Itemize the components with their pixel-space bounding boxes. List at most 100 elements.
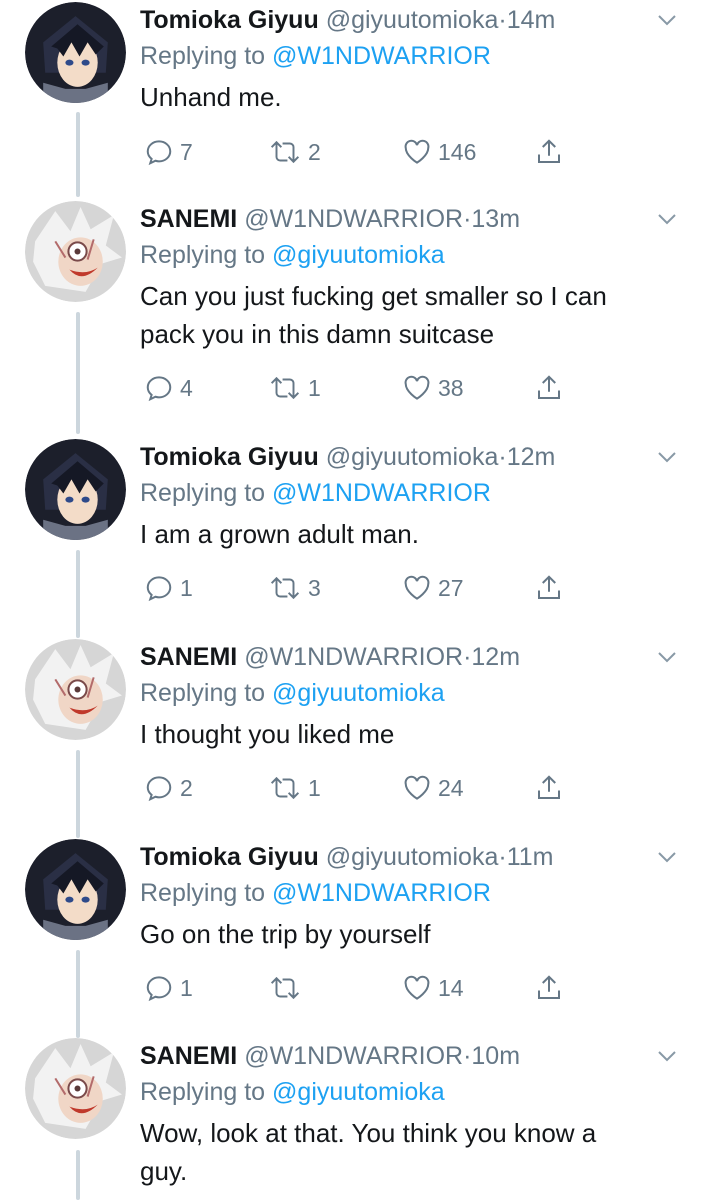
reply-count: 2 <box>180 774 193 801</box>
share-button[interactable] <box>534 134 564 170</box>
share-icon <box>538 775 560 799</box>
reply-count: 1 <box>180 574 193 601</box>
retweet-count: 1 <box>308 374 321 401</box>
share-button[interactable] <box>534 770 564 806</box>
reply-button[interactable]: 1 <box>144 570 193 606</box>
avatar-image <box>25 639 126 740</box>
replying-label: Replying to <box>140 479 266 507</box>
like-button[interactable]: 24 <box>402 770 464 806</box>
separator-dot: · <box>498 443 507 471</box>
thread-line <box>76 1150 80 1200</box>
like-count: 146 <box>438 138 477 165</box>
avatar[interactable] <box>25 839 126 940</box>
retweet-button[interactable]: 2 <box>268 134 321 170</box>
replying-label: Replying to <box>140 241 266 269</box>
author-handle[interactable]: @giyuutomioka <box>326 6 499 34</box>
reply-button[interactable]: 7 <box>144 134 193 170</box>
share-icon <box>538 139 560 163</box>
replying-to-handle[interactable]: @W1NDWARRIOR <box>272 879 491 907</box>
author-handle[interactable]: @giyuutomioka <box>326 443 499 471</box>
reply-count: 7 <box>180 138 193 165</box>
heart-icon <box>404 975 430 1000</box>
retweet-count: 1 <box>308 774 321 801</box>
avatar[interactable] <box>25 639 126 740</box>
avatar[interactable] <box>25 439 126 540</box>
chevron-down-icon[interactable] <box>655 845 679 869</box>
tweet-text-line: guy. <box>140 1156 188 1186</box>
retweet-icon <box>270 576 300 600</box>
avatar[interactable] <box>25 201 126 302</box>
chevron-down-icon[interactable] <box>655 1044 679 1068</box>
chevron-down-icon[interactable] <box>655 445 679 469</box>
like-button[interactable]: 14 <box>402 970 464 1006</box>
tweet-actions: 1 3 27 <box>140 570 580 606</box>
heart-icon <box>404 775 430 800</box>
separator-dot: · <box>498 6 507 34</box>
retweet-button[interactable]: 1 <box>268 370 321 406</box>
author-handle[interactable]: @giyuutomioka <box>326 843 499 871</box>
tweet-actions: 7 2 146 <box>140 134 580 170</box>
heart-icon <box>404 575 430 600</box>
replying-to-handle[interactable]: @W1NDWARRIOR <box>272 42 491 70</box>
avatar[interactable] <box>25 1038 126 1139</box>
thread-line <box>76 750 80 838</box>
author-name[interactable]: SANEMI <box>140 643 237 671</box>
tweet-time[interactable]: 13m <box>471 205 520 233</box>
author-handle[interactable]: @W1NDWARRIOR <box>244 643 463 671</box>
tweet-time[interactable]: 12m <box>471 643 520 671</box>
reply-icon <box>146 976 172 1002</box>
replying-to-handle[interactable]: @giyuutomioka <box>272 679 445 707</box>
reply-count: 4 <box>180 374 193 401</box>
author-name[interactable]: Tomioka Giyuu <box>140 443 319 471</box>
tweet-text-line: I am a grown adult man. <box>140 519 419 549</box>
replying-label: Replying to <box>140 679 266 707</box>
tweet-actions: 1 14 <box>140 970 580 1006</box>
avatar-image <box>25 201 126 302</box>
tweet-time[interactable]: 12m <box>507 443 556 471</box>
tweet-time[interactable]: 11m <box>507 843 554 871</box>
like-button[interactable]: 27 <box>402 570 464 606</box>
like-button[interactable]: 38 <box>402 370 464 406</box>
reply-button[interactable]: 1 <box>144 970 193 1006</box>
tweet-text-line: pack you in this damn suitcase <box>140 319 495 349</box>
author-handle[interactable]: @W1NDWARRIOR <box>244 1042 463 1070</box>
tweet-actions: 2 1 24 <box>140 770 580 806</box>
author-name[interactable]: SANEMI <box>140 205 237 233</box>
author-handle[interactable]: @W1NDWARRIOR <box>244 205 463 233</box>
avatar-image <box>25 1038 126 1139</box>
retweet-button[interactable]: 3 <box>268 570 321 606</box>
reply-button[interactable]: 2 <box>144 770 193 806</box>
reply-icon <box>146 376 172 402</box>
retweet-icon <box>270 776 300 800</box>
author-name[interactable]: SANEMI <box>140 1042 237 1070</box>
tweet-text: Wow, look at that. You think you know a … <box>140 1114 687 1190</box>
retweet-icon <box>270 376 300 400</box>
retweet-button[interactable]: 1 <box>268 770 321 806</box>
tweet-text-line: Wow, look at that. You think you know a <box>140 1118 597 1148</box>
tweet-time[interactable]: 10m <box>471 1042 520 1070</box>
author-name[interactable]: Tomioka Giyuu <box>140 6 319 34</box>
avatar[interactable] <box>25 2 126 103</box>
like-button[interactable]: 146 <box>402 134 476 170</box>
share-button[interactable] <box>534 570 564 606</box>
author-name[interactable]: Tomioka Giyuu <box>140 843 319 871</box>
replying-to-handle[interactable]: @giyuutomioka <box>272 241 445 269</box>
chevron-down-icon[interactable] <box>655 207 679 231</box>
chevron-down-icon[interactable] <box>655 8 679 32</box>
tweet-time[interactable]: 14m <box>507 6 556 34</box>
retweet-count: 3 <box>308 574 321 601</box>
retweet-button[interactable] <box>268 970 308 1006</box>
share-icon <box>538 975 560 999</box>
avatar-image <box>25 839 126 940</box>
replying-to-handle[interactable]: @giyuutomioka <box>272 1078 445 1106</box>
reply-count: 1 <box>180 974 193 1001</box>
tweet-actions: 4 1 38 <box>140 370 580 406</box>
chevron-down-icon[interactable] <box>655 645 679 669</box>
share-icon <box>538 375 560 399</box>
reply-button[interactable]: 4 <box>144 370 193 406</box>
like-count: 24 <box>438 774 464 801</box>
replying-label: Replying to <box>140 1078 266 1106</box>
share-button[interactable] <box>534 970 564 1006</box>
replying-to-handle[interactable]: @W1NDWARRIOR <box>272 479 491 507</box>
share-button[interactable] <box>534 370 564 406</box>
